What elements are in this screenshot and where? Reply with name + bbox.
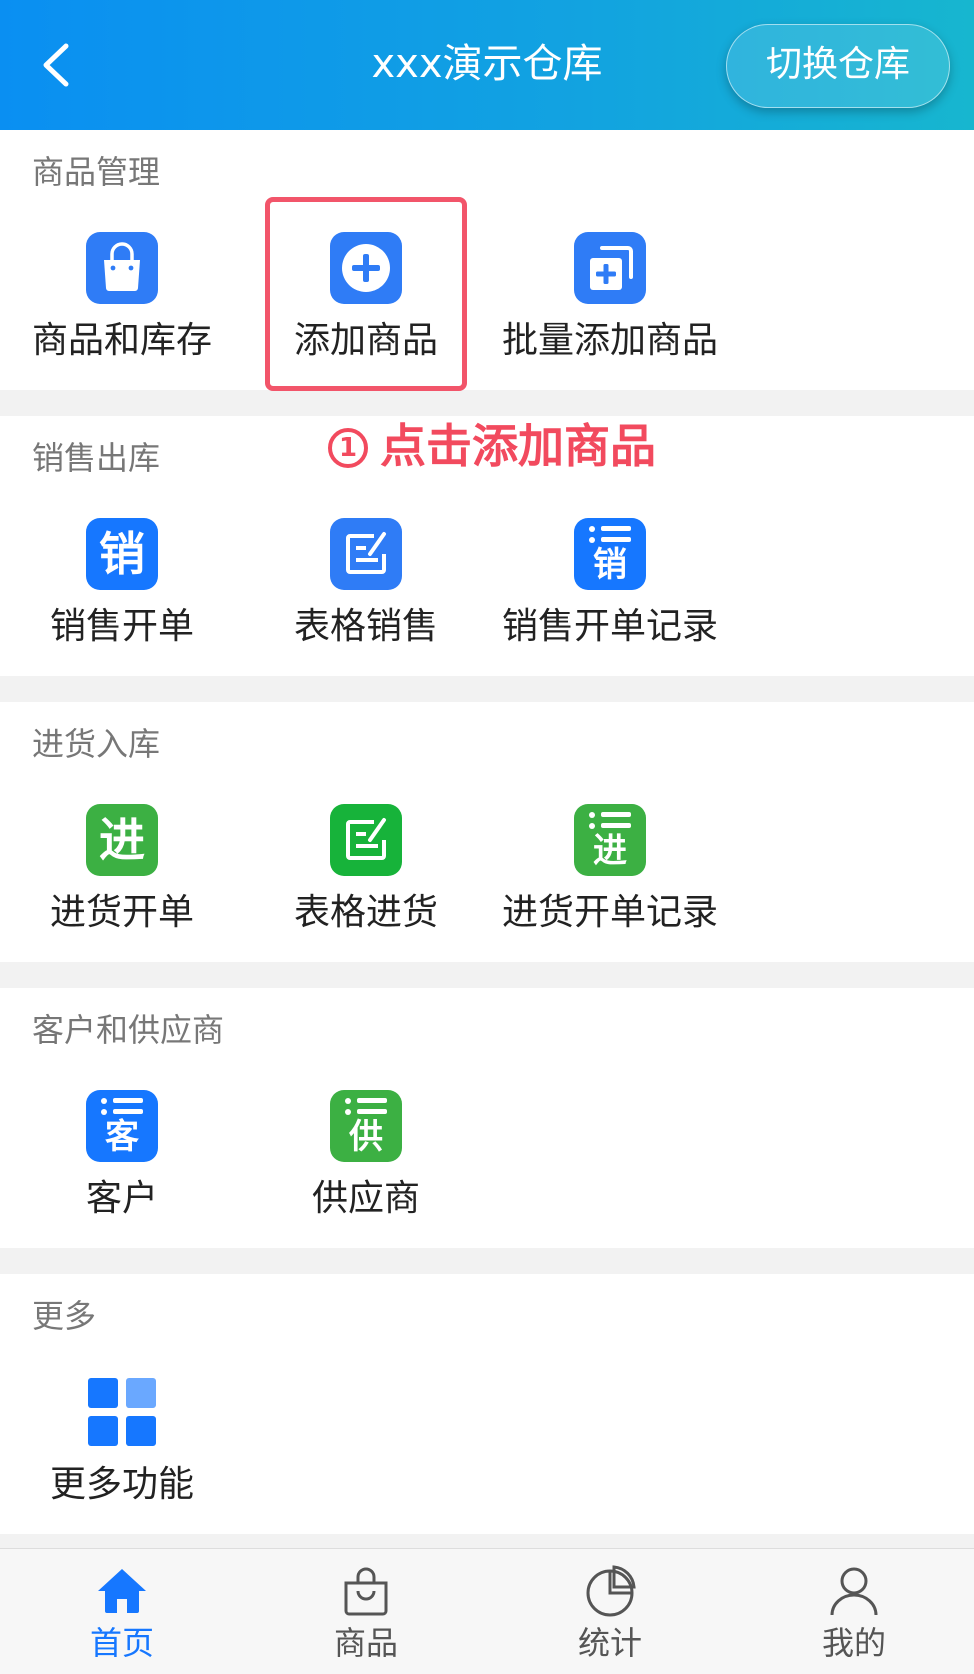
purchase-records-button[interactable]: 进 进货开单记录 [488, 772, 732, 952]
grid-apps-icon [88, 1378, 156, 1446]
shopping-bag-icon [344, 1567, 388, 1616]
tab-home[interactable]: 首页 [0, 1549, 244, 1674]
section-customers-suppliers: 客户和供应商 客 客户 供 供应商 [0, 988, 974, 1248]
step-number: 1 [328, 428, 368, 468]
icon-glyph: 进 [99, 813, 145, 867]
icon-glyph: 进 [593, 831, 627, 871]
table-purchase-button[interactable]: 表格进货 [244, 772, 488, 952]
customers-button[interactable]: 客 客户 [0, 1058, 244, 1238]
tile-label: 供应商 [311, 1178, 420, 1219]
tile-label: 批量添加商品 [501, 320, 718, 361]
icon-glyph: 销 [99, 527, 145, 581]
tab-statistics[interactable]: 统计 [488, 1549, 732, 1674]
customer-list-icon: 客 [86, 1090, 158, 1162]
suppliers-button[interactable]: 供 供应商 [244, 1058, 488, 1238]
tile-label: 销售开单记录 [501, 606, 718, 647]
batch-add-icon [574, 232, 646, 304]
tab-label: 我的 [821, 1624, 886, 1662]
back-button[interactable] [22, 30, 92, 100]
list-lines-icon [341, 1096, 391, 1118]
icon-glyph: 供 [349, 1117, 383, 1157]
section-title: 客户和供应商 [32, 1011, 225, 1049]
supplier-list-icon: 供 [330, 1090, 402, 1162]
add-circle-icon [330, 232, 402, 304]
tile-label: 进货开单记录 [501, 892, 718, 933]
switch-warehouse-button[interactable]: 切换仓库 [726, 24, 950, 108]
section-purchase-inbound: 进货入库 进 进货开单 表格进货 进 进货开单记录 [0, 702, 974, 962]
sales-records-icon: 销 [574, 518, 646, 590]
annotation-text: 点击添加商品 [380, 419, 656, 473]
purchase-icon: 进 [86, 804, 158, 876]
list-lines-icon [97, 1096, 147, 1118]
instruction-annotation: 1 点击添加商品 [328, 416, 656, 476]
section-more: 更多 更多功能 [0, 1274, 974, 1534]
tab-label: 商品 [333, 1624, 398, 1662]
section-title: 商品管理 [32, 153, 161, 191]
chevron-left-icon [43, 43, 69, 87]
home-icon [98, 1569, 146, 1613]
tab-goods[interactable]: 商品 [244, 1549, 488, 1674]
section-goods-management: 商品管理 商品和库存 添加商品 批量添加商品 [0, 130, 974, 390]
goods-and-inventory-button[interactable]: 商品和库存 [0, 200, 244, 380]
sales-order-button[interactable]: 销 销售开单 [0, 486, 244, 666]
purchase-records-icon: 进 [574, 804, 646, 876]
pie-chart-icon [586, 1565, 636, 1617]
edit-form-icon [330, 518, 402, 590]
icon-glyph: 销 [593, 545, 627, 585]
sales-icon: 销 [86, 518, 158, 590]
batch-add-goods-button[interactable]: 批量添加商品 [488, 200, 732, 380]
user-icon [830, 1567, 878, 1616]
section-title: 销售出库 [32, 439, 161, 477]
tab-mine[interactable]: 我的 [732, 1549, 974, 1674]
sales-records-button[interactable]: 销 销售开单记录 [488, 486, 732, 666]
tab-label: 首页 [89, 1624, 154, 1662]
top-header: xxx演示仓库 切换仓库 [0, 0, 974, 130]
purchase-order-button[interactable]: 进 进货开单 [0, 772, 244, 952]
tile-label: 更多功能 [49, 1464, 194, 1505]
list-lines-icon [585, 524, 635, 546]
edit-form-icon [330, 804, 402, 876]
icon-glyph: 客 [105, 1117, 139, 1157]
table-sales-button[interactable]: 表格销售 [244, 486, 488, 666]
section-title: 进货入库 [32, 725, 161, 763]
section-title: 更多 [32, 1297, 97, 1335]
more-functions-button[interactable]: 更多功能 [0, 1344, 244, 1524]
shopping-bag-icon [86, 232, 158, 304]
list-lines-icon [585, 810, 635, 832]
bottom-tab-bar: 首页 商品 统计 我的 [0, 1548, 974, 1674]
tab-label: 统计 [577, 1624, 642, 1662]
add-goods-button[interactable]: 添加商品 [244, 200, 488, 380]
